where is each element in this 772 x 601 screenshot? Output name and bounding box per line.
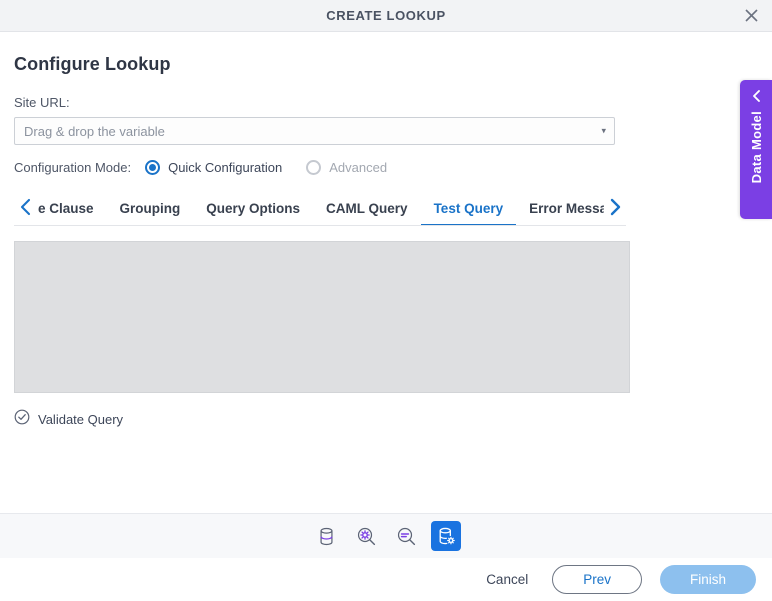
tab-test-query[interactable]: Test Query [420, 192, 517, 225]
radio-quick-configuration-mark [145, 160, 161, 175]
tab-query-options[interactable]: Query Options [193, 192, 313, 225]
icon-toolbar [0, 513, 772, 558]
finish-button[interactable]: Finish [659, 565, 756, 594]
tab-caml-query[interactable]: CAML Query [313, 192, 421, 225]
check-circle-icon [14, 409, 30, 430]
chevron-left-icon[interactable] [14, 192, 36, 225]
chevron-right-icon[interactable] [604, 192, 626, 225]
tab-error-messages[interactable]: Error Messages [516, 192, 604, 225]
configuration-mode-row: Configuration Mode: Quick Configuration … [14, 160, 758, 175]
tab-scroll-area: e Clause Grouping Query Options CAML Que… [36, 192, 604, 225]
validate-query-label: Validate Query [38, 412, 124, 427]
radio-quick-configuration[interactable]: Quick Configuration [145, 160, 282, 175]
dialog-body: Configure Lookup Site URL: ▾ Configurati… [0, 54, 772, 513]
site-url-combobox[interactable]: ▾ [14, 117, 615, 145]
chevron-down-icon[interactable]: ▾ [601, 126, 606, 136]
tab-grouping[interactable]: Grouping [107, 192, 194, 225]
database-icon[interactable] [311, 521, 341, 551]
dialog-footer: Cancel Prev Finish [0, 558, 772, 601]
database-settings-icon[interactable] [431, 521, 461, 551]
search-query-icon[interactable] [391, 521, 421, 551]
prev-button[interactable]: Prev [552, 565, 642, 594]
test-query-result-panel[interactable] [14, 241, 630, 393]
site-url-input[interactable] [15, 118, 614, 144]
radio-advanced-mark [306, 160, 322, 175]
dialog-title: CREATE LOOKUP [326, 8, 446, 23]
close-icon[interactable] [740, 5, 762, 27]
validate-query-button[interactable]: Validate Query [14, 409, 123, 430]
page-title: Configure Lookup [14, 54, 171, 74]
data-model-label: Data Model [748, 111, 764, 184]
chevron-left-icon [751, 89, 762, 103]
radio-advanced-label: Advanced [329, 160, 388, 175]
cancel-button[interactable]: Cancel [480, 568, 534, 591]
site-url-label: Site URL: [14, 95, 70, 110]
dialog-titlebar: CREATE LOOKUP [0, 0, 772, 32]
tab-where-clause[interactable]: e Clause [36, 192, 107, 225]
data-model-panel-toggle[interactable]: Data Model [740, 80, 772, 219]
radio-advanced[interactable]: Advanced [306, 160, 387, 175]
configuration-mode-label: Configuration Mode: [14, 160, 132, 175]
radio-quick-configuration-label: Quick Configuration [168, 160, 283, 175]
tab-bar: e Clause Grouping Query Options CAML Que… [14, 192, 626, 226]
search-settings-icon[interactable] [351, 521, 381, 551]
